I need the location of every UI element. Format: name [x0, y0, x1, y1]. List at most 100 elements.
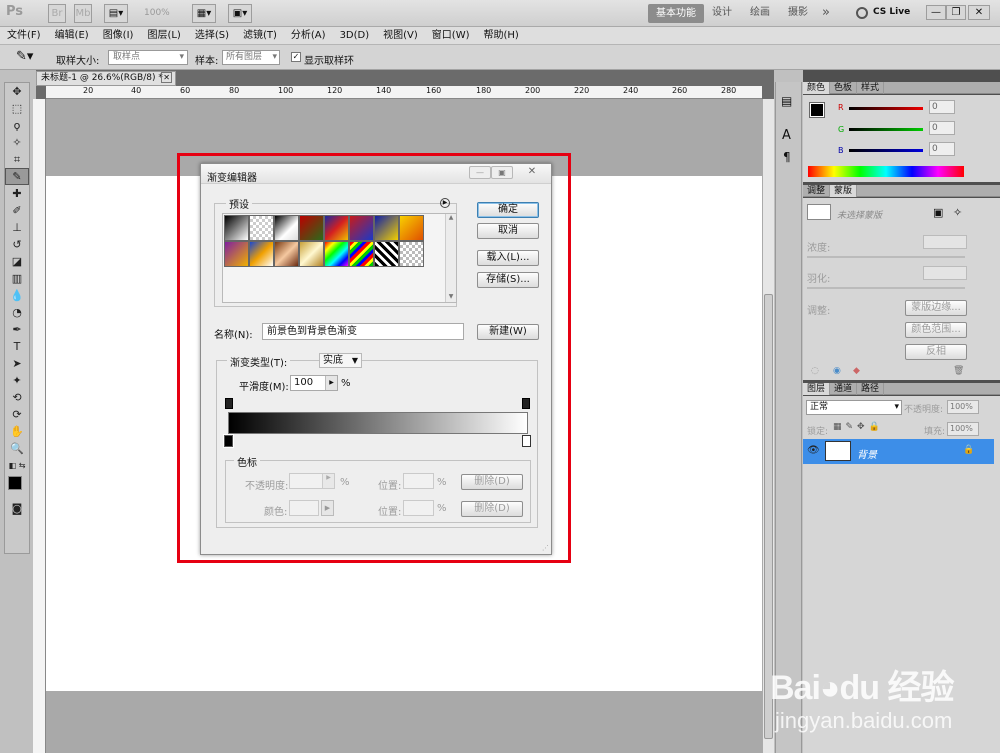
vertical-scrollbar[interactable]	[762, 99, 774, 753]
density-slider	[807, 256, 965, 258]
type-tool-icon[interactable]: T	[5, 338, 29, 355]
ruler-tick: 100	[278, 86, 294, 95]
dodge-tool-icon[interactable]: ◔	[5, 304, 29, 321]
tab-layers[interactable]: 图层	[803, 383, 831, 395]
menu-select[interactable]: 选择(S)	[188, 27, 236, 44]
arrange-documents-icon[interactable]: ▦▾	[192, 4, 216, 23]
3d-rotate-icon[interactable]: ⟲	[5, 389, 29, 406]
tab-paths[interactable]: 路径	[857, 383, 885, 395]
menu-image[interactable]: 图像(I)	[96, 27, 141, 44]
shape-tool-icon[interactable]: ✦	[5, 372, 29, 389]
menu-layer[interactable]: 图层(L)	[140, 27, 187, 44]
r-slider[interactable]	[849, 107, 923, 110]
close-document-icon[interactable]: ✕	[161, 72, 172, 83]
history-brush-icon[interactable]: ↺	[5, 236, 29, 253]
workspace-painting[interactable]: 绘画	[750, 2, 770, 24]
tab-adjustments[interactable]: 调整	[803, 185, 831, 197]
density-label: 浓度:	[807, 243, 831, 254]
fill-input[interactable]: 100%	[947, 422, 979, 436]
feather-slider	[807, 287, 965, 289]
eraser-tool-icon[interactable]: ◪	[5, 253, 29, 270]
menu-analysis[interactable]: 分析(A)	[284, 27, 333, 44]
cslive-icon[interactable]	[856, 7, 868, 19]
ruler-tick: 280	[721, 86, 737, 95]
b-slider[interactable]	[849, 149, 923, 152]
feather-input	[923, 266, 967, 280]
lasso-tool-icon[interactable]: ϙ	[5, 117, 29, 134]
bridge-icon[interactable]: Br	[48, 4, 66, 23]
layer-row-background[interactable]: 👁 背景 🔒	[803, 439, 994, 464]
swap-colors-icon[interactable]: ◧ ⇆	[5, 457, 29, 474]
quick-mask-icon[interactable]: ◙	[5, 500, 29, 517]
menu-3d[interactable]: 3D(D)	[333, 27, 377, 44]
menu-help[interactable]: 帮助(H)	[477, 27, 526, 44]
g-slider[interactable]	[849, 128, 923, 131]
no-mask-label: 未选择蒙版	[837, 211, 883, 221]
zoom-level[interactable]: 100%	[144, 8, 170, 18]
restore-icon[interactable]: ❐	[946, 5, 966, 20]
horizontal-ruler[interactable]: 20 40 60 80 100 120 140 160 180 200 220 …	[46, 86, 762, 99]
marquee-tool-icon[interactable]: ⬚	[5, 100, 29, 117]
sample-size-select[interactable]: 取样点 ▾	[108, 50, 188, 65]
menu-edit[interactable]: 编辑(E)	[48, 27, 96, 44]
pen-tool-icon[interactable]: ✒	[5, 321, 29, 338]
quick-select-tool-icon[interactable]: ✧	[5, 134, 29, 151]
hand-tool-icon[interactable]: ✋	[5, 423, 29, 440]
b-value[interactable]: 0	[929, 142, 955, 156]
workspace-more-icon[interactable]: »	[822, 2, 830, 24]
document-tab[interactable]: 未标题-1 @ 26.6%(RGB/8) * ✕	[36, 71, 176, 86]
minimize-icon[interactable]: —	[926, 5, 946, 20]
eyedropper-tool-icon[interactable]: ✎	[5, 168, 29, 185]
tab-channels[interactable]: 通道	[830, 383, 858, 395]
crop-tool-icon[interactable]: ⌗	[5, 151, 29, 168]
vector-mask-icon[interactable]: ✧	[953, 206, 962, 219]
path-select-icon[interactable]: ➤	[5, 355, 29, 372]
cslive-label[interactable]: CS Live	[873, 7, 910, 17]
workspace-design[interactable]: 设计	[712, 2, 732, 24]
layer-thumbnail	[825, 441, 851, 461]
visibility-toggle-icon[interactable]: ◉	[833, 366, 841, 376]
close-icon[interactable]: ✕	[968, 5, 990, 20]
color-spectrum-bar[interactable]	[808, 166, 964, 177]
menu-file[interactable]: 文件(F)	[0, 27, 48, 44]
history-panel-icon[interactable]: ▤	[781, 94, 792, 108]
layer-opacity-input[interactable]: 100%	[947, 400, 979, 414]
foreground-color[interactable]	[8, 476, 22, 490]
layer-visibility-icon[interactable]: 👁	[807, 445, 820, 456]
blur-tool-icon[interactable]: 💧	[5, 287, 29, 304]
eyedropper-preset-icon[interactable]: ✎▾	[16, 49, 33, 64]
show-ring-checkbox[interactable]: ✓	[291, 52, 301, 62]
pixel-mask-icon[interactable]: ▣	[933, 206, 943, 219]
move-tool-icon[interactable]: ✥	[5, 83, 29, 100]
character-panel-icon[interactable]: A	[782, 128, 791, 143]
tab-swatches[interactable]: 色板	[830, 82, 858, 94]
tab-styles[interactable]: 样式	[857, 82, 885, 94]
stamp-tool-icon[interactable]: ⊥	[5, 219, 29, 236]
screen-mode-icon[interactable]: ▣▾	[228, 4, 252, 23]
healing-tool-icon[interactable]: ✚	[5, 185, 29, 202]
menu-view[interactable]: 视图(V)	[376, 27, 425, 44]
menu-window[interactable]: 窗口(W)	[425, 27, 477, 44]
gradient-tool-icon[interactable]: ▥	[5, 270, 29, 287]
lock-icons[interactable]: ▦✎✥🔒	[833, 422, 884, 432]
sample-select[interactable]: 所有图层 ▾	[222, 50, 280, 65]
panel-foreground-color[interactable]	[809, 102, 825, 118]
menu-filter[interactable]: 滤镜(T)	[236, 27, 284, 44]
layer-name[interactable]: 背景	[857, 446, 877, 461]
mini-bridge-icon[interactable]: Mb	[74, 4, 92, 23]
g-value[interactable]: 0	[929, 121, 955, 135]
vertical-ruler[interactable]	[33, 99, 46, 753]
paragraph-panel-icon[interactable]: ¶	[783, 150, 791, 164]
brush-tool-icon[interactable]: ✐	[5, 202, 29, 219]
tab-masks[interactable]: 蒙版	[830, 185, 858, 197]
tab-color[interactable]: 颜色	[803, 82, 831, 94]
color-swatches[interactable]	[5, 474, 29, 500]
blend-mode-select[interactable]: 正常 ▾	[806, 400, 902, 415]
view-extras-icon[interactable]: ▤▾	[104, 4, 128, 23]
options-bar: ✎▾ 取样大小: 取样点 ▾ 样本: 所有图层 ▾ ✓ 显示取样环	[0, 45, 1000, 70]
3d-orbit-icon[interactable]: ⟳	[5, 406, 29, 423]
workspace-essentials[interactable]: 基本功能	[648, 4, 704, 23]
workspace-photography[interactable]: 摄影	[788, 2, 808, 24]
zoom-tool-icon[interactable]: 🔍	[5, 440, 29, 457]
r-value[interactable]: 0	[929, 100, 955, 114]
